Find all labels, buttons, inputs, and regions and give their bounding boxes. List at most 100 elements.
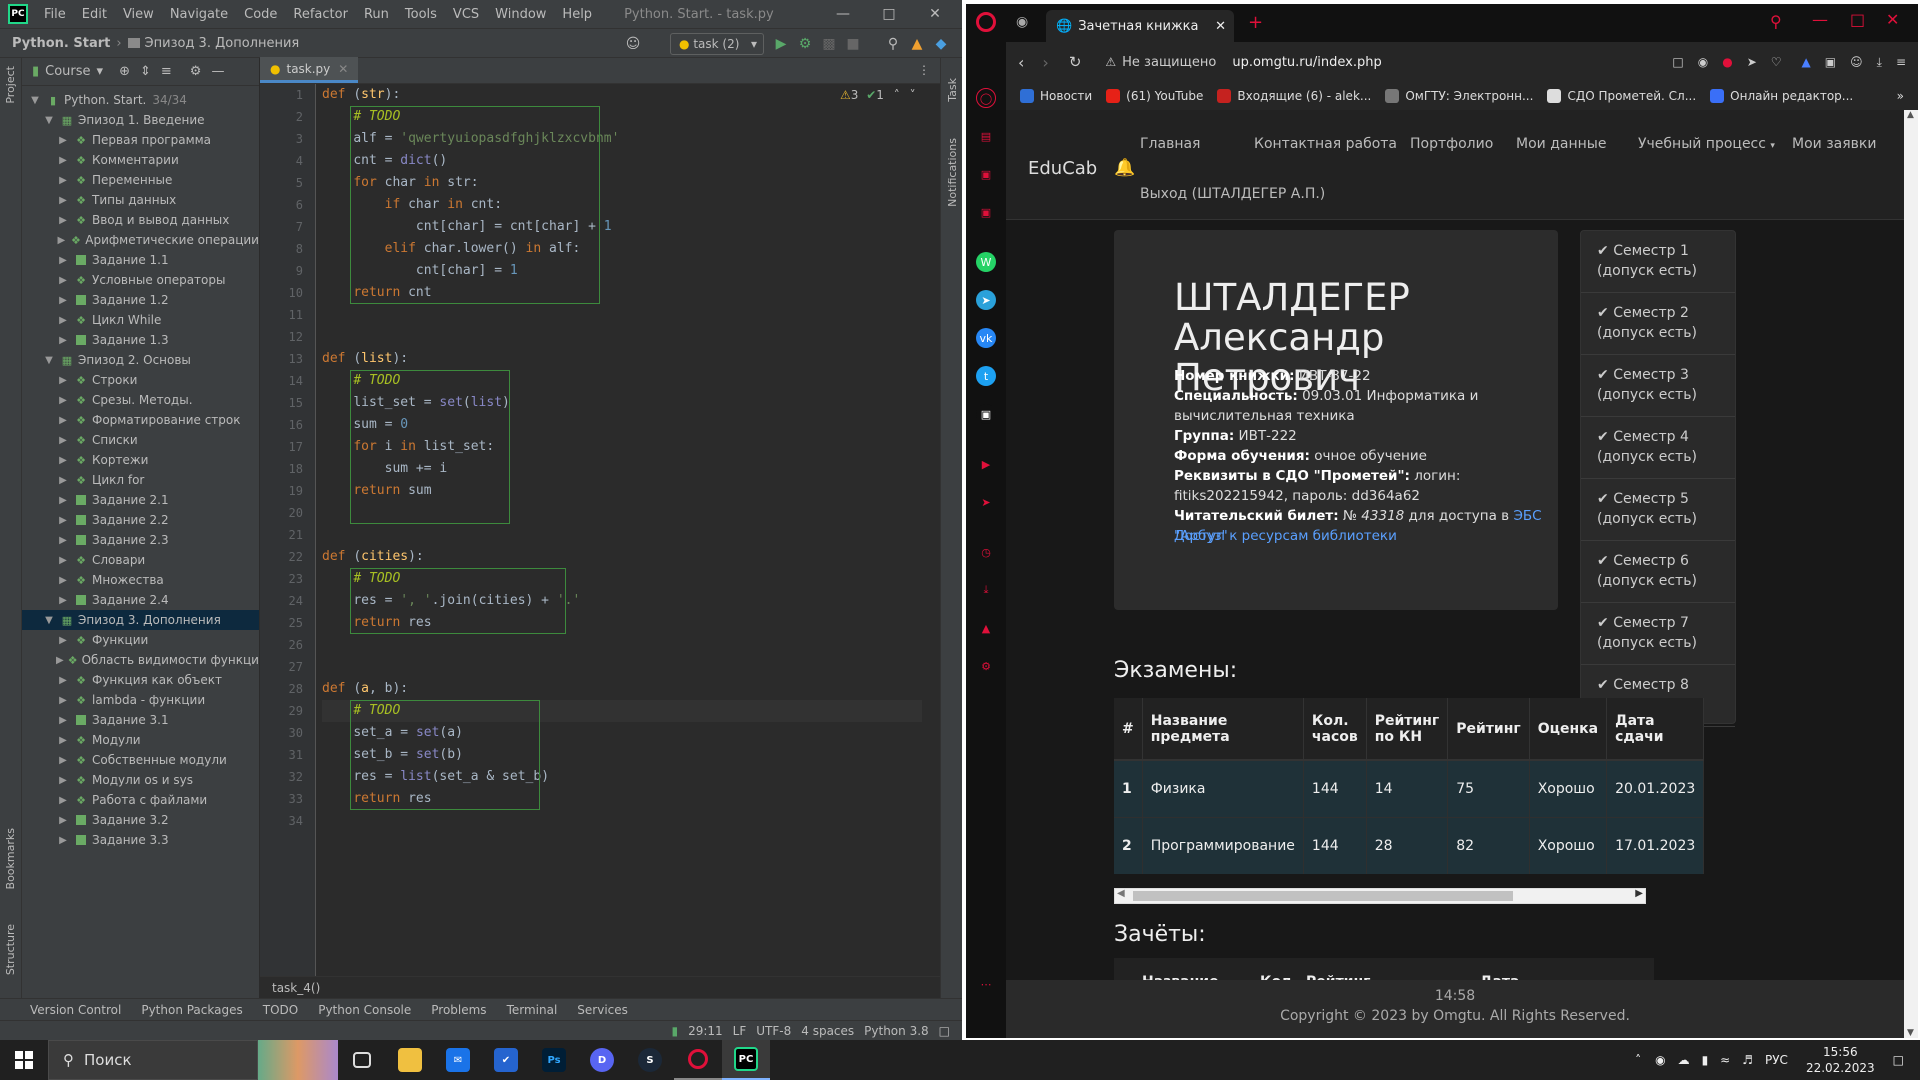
network-app-icon[interactable]: ◉ (1655, 1053, 1665, 1067)
code-line[interactable] (322, 304, 922, 326)
opera-taskbar-icon[interactable] (674, 1040, 722, 1080)
table-horizontal-scrollbar[interactable]: ◀ ▶ (1114, 888, 1646, 904)
tree-item[interactable]: ▶ Задание 2.3 (22, 530, 259, 550)
semester-item[interactable]: ✔ Семестр 4 (допуск есть) (1581, 417, 1735, 479)
notifications-tool-tab[interactable]: Notifications (946, 138, 959, 207)
heart-icon[interactable]: ♡ (1771, 55, 1782, 69)
status-position[interactable]: 29:11 (688, 1024, 723, 1038)
tree-item[interactable]: ▶ ❖ Область видимости функций (22, 650, 259, 670)
reload-icon[interactable]: ↻ (1069, 53, 1082, 71)
nav-study-process[interactable]: Учебный процесс ▾ (1638, 136, 1775, 152)
twitch-icon[interactable]: ▣ (976, 164, 996, 184)
hide-icon[interactable]: — (211, 64, 224, 79)
nav-my-requests[interactable]: Мои заявки (1792, 136, 1876, 152)
user-icon[interactable]: ☺ (624, 35, 642, 53)
tree-item[interactable]: ▶ ❖ Множества (22, 570, 259, 590)
gear-icon[interactable]: ⚙ (976, 656, 996, 676)
code-line[interactable] (322, 656, 922, 678)
services-tab[interactable]: Services (567, 1003, 638, 1017)
project-view-select[interactable]: Course (45, 64, 90, 79)
menu-refactor[interactable]: Refactor (285, 7, 356, 22)
send-icon[interactable]: ➤ (976, 492, 996, 512)
library-access-link[interactable]: Доступ к ресурсам библиотеки (1174, 526, 1554, 546)
adblock-icon[interactable]: ● (1722, 55, 1732, 69)
twitter-icon[interactable]: t (976, 366, 996, 386)
status-interpreter[interactable]: Python 3.8 (864, 1024, 929, 1038)
extensions-icon[interactable]: ▲ (976, 618, 996, 638)
tree-item[interactable]: ▶ ❖ Ввод и вывод данных (22, 210, 259, 230)
tree-item[interactable]: ▶ ❖ Условные операторы (22, 270, 259, 290)
chevron-up-icon[interactable]: ˄ (894, 88, 900, 102)
pycharm-taskbar-icon[interactable]: PC (722, 1040, 770, 1080)
tree-item[interactable]: ▶ Задание 3.2 (22, 810, 259, 830)
coverage-icon[interactable]: ▩ (820, 35, 838, 53)
tree-item[interactable]: ▶ ❖ Строки (22, 370, 259, 390)
expand-all-icon[interactable]: ⇕ (140, 64, 151, 79)
tree-item[interactable]: ▶ ❖ Типы данных (22, 190, 259, 210)
menu-run[interactable]: Run (356, 7, 397, 22)
tree-item[interactable]: ▶ Задание 2.1 (22, 490, 259, 510)
battery-icon[interactable]: ▮ (1702, 1053, 1709, 1067)
tree-item[interactable]: ▶ Задание 3.3 (22, 830, 259, 850)
tree-item[interactable]: ▶ ❖ Модули os и sys (22, 770, 259, 790)
menu-navigate[interactable]: Navigate (162, 7, 236, 22)
minimize-icon[interactable]: — (820, 0, 866, 28)
bell-icon[interactable]: 🔔 (1114, 158, 1135, 178)
close-tab-icon[interactable]: ✕ (338, 62, 348, 76)
camera-icon[interactable]: ◉ (1698, 55, 1708, 69)
site-brand[interactable]: EduCab (1028, 158, 1097, 179)
menu-tools[interactable]: Tools (397, 7, 445, 22)
scrollbar-thumb[interactable] (1133, 891, 1513, 901)
bookmark-item[interactable]: Онлайн редактор... (1710, 89, 1853, 103)
tree-item[interactable]: ▶ Задание 1.3 (22, 330, 259, 350)
version-control-tab[interactable]: Version Control (0, 1003, 131, 1017)
more-icon[interactable]: ⋯ (976, 974, 996, 994)
tree-item[interactable]: ▶ ❖ Переменные (22, 170, 259, 190)
tree-item[interactable]: ▶ ❖ Функции (22, 630, 259, 650)
volume-icon[interactable]: ♬ (1742, 1053, 1753, 1067)
bookmark-item[interactable]: СДО Прометей. Сл... (1547, 89, 1696, 103)
semester-item[interactable]: ✔ Семестр 3 (допуск есть) (1581, 355, 1735, 417)
history-icon[interactable]: ◷ (976, 542, 996, 562)
semester-item[interactable]: ✔ Семестр 5 (допуск есть) (1581, 479, 1735, 541)
todo-app-icon[interactable]: ✔ (482, 1040, 530, 1080)
minimize-icon[interactable]: — (1812, 10, 1828, 29)
tree-item[interactable]: ▶ ❖ Кортежи (22, 450, 259, 470)
clock[interactable]: 15:56 22.02.2023 (1806, 1044, 1875, 1076)
tree-item[interactable]: ▶ ❖ Срезы. Методы. (22, 390, 259, 410)
tree-item[interactable]: ▶ ❖ lambda - функции (22, 690, 259, 710)
logout-link[interactable]: Выход (ШТАЛДЕГЕР А.П.) (1140, 186, 1325, 202)
bookmark-item[interactable]: Входящие (6) - alek... (1217, 89, 1371, 103)
code-line[interactable] (322, 524, 922, 546)
code-line[interactable] (322, 810, 922, 832)
file-explorer-icon[interactable] (386, 1040, 434, 1080)
lock-icon[interactable]: □ (939, 1024, 950, 1038)
nav-my-data[interactable]: Мои данные (1516, 136, 1606, 152)
cube-icon[interactable]: ▣ (1825, 55, 1836, 69)
bookmark-item[interactable]: (61) YouTube (1106, 89, 1203, 103)
new-tab-icon[interactable]: + (1248, 12, 1263, 33)
chevron-down-icon[interactable]: ˅ (910, 88, 916, 102)
tree-item[interactable]: ▶ Задание 1.1 (22, 250, 259, 270)
menu-icon[interactable]: ≡ (1896, 55, 1906, 69)
tree-item[interactable]: ▶ ❖ Первая программа (22, 130, 259, 150)
more-bookmarks-icon[interactable]: » (1897, 89, 1904, 103)
more-icon[interactable]: ⋮ (918, 63, 940, 83)
chevron-down-icon[interactable]: ▾ (97, 64, 104, 79)
python-packages-tab[interactable]: Python Packages (131, 1003, 252, 1017)
scroll-left-icon[interactable]: ◀ (1117, 888, 1125, 899)
tree-item[interactable]: ▶ Задание 2.4 (22, 590, 259, 610)
task-tool-tab[interactable]: Task (946, 78, 959, 102)
cart-icon[interactable]: ▲ (1802, 55, 1811, 69)
close-icon[interactable]: ✕ (912, 0, 958, 28)
tree-root[interactable]: ▼ ▮ Python. Start. 34/34 (22, 90, 259, 110)
tree-item[interactable]: ▶ ❖ Модули (22, 730, 259, 750)
forward-icon[interactable]: › (1042, 53, 1048, 72)
vk-icon[interactable]: vk (976, 328, 996, 348)
telegram-icon[interactable]: ➤ (976, 290, 996, 310)
menu-file[interactable]: File (36, 7, 74, 22)
menu-edit[interactable]: Edit (74, 7, 115, 22)
status-line-separator[interactable]: LF (733, 1024, 747, 1038)
browser-tab[interactable]: 🌐 Зачетная книжка ✕ (1046, 10, 1234, 42)
semester-item[interactable]: ✔ Семестр 1 (допуск есть) (1581, 231, 1735, 293)
